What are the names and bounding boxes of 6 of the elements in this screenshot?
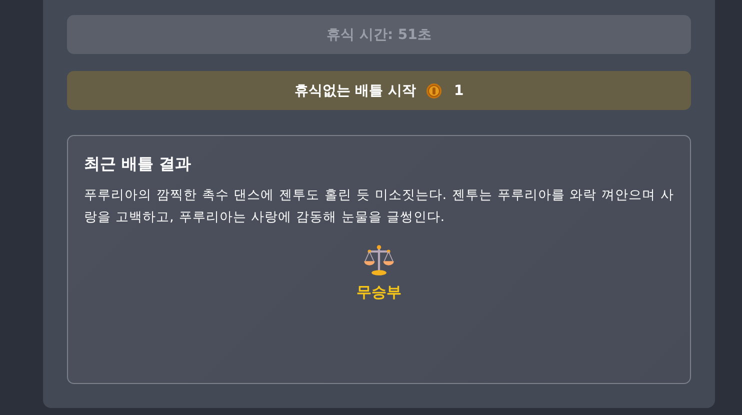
- start-battle-button[interactable]: 휴식없는 배틀 시작 1: [67, 71, 691, 110]
- battle-description: 푸루리아의 깜찍한 촉수 댄스에 젠투도 홀린 듯 미소짓는다. 젠투는 푸루리아를 와락 껴안으며 사랑을 고백하고, 푸루리아는 사랑에 감동해 눈물을 글썽인다.: [84, 187, 674, 227]
- outcome-label: 무승부: [356, 283, 402, 302]
- card-title: 최근 배틀 결과: [84, 154, 192, 175]
- scales-icon: [364, 245, 394, 276]
- coin-icon: [426, 82, 442, 98]
